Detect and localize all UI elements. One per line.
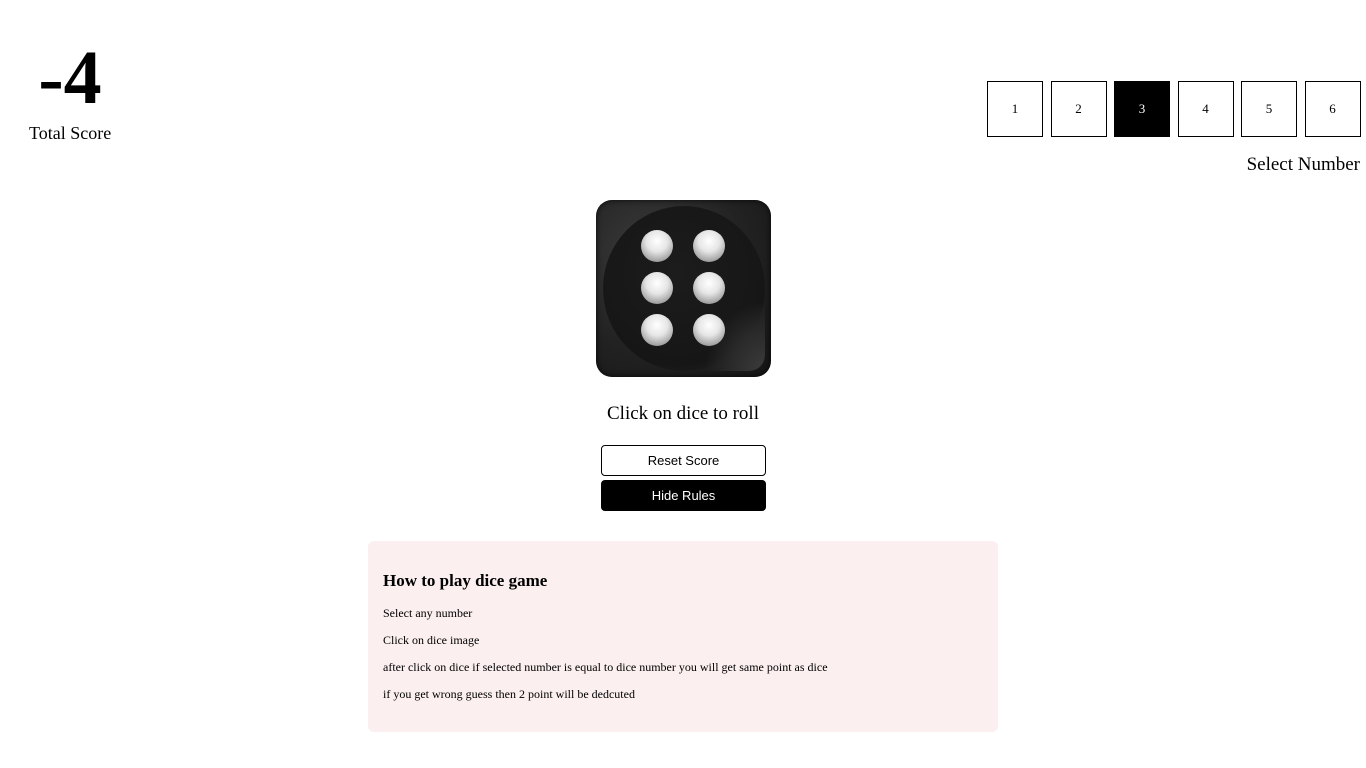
rules-panel: How to play dice game Select any number … (368, 541, 998, 732)
hide-rules-button[interactable]: Hide Rules (601, 480, 766, 511)
number-selector: 1 2 3 4 5 6 (987, 81, 1361, 137)
dice-pip (693, 272, 725, 304)
dice-roll-hint: Click on dice to roll (607, 403, 759, 424)
rules-line: if you get wrong guess then 2 point will… (383, 687, 635, 701)
total-score-block: -4 Total Score (29, 40, 111, 144)
number-option-3[interactable]: 3 (1114, 81, 1170, 137)
dice-pip (693, 314, 725, 346)
rules-title: How to play dice game (383, 571, 548, 590)
select-number-label: Select Number (1246, 154, 1360, 175)
rules-line: Click on dice image (383, 633, 480, 647)
dice-pip (641, 272, 673, 304)
number-option-1[interactable]: 1 (987, 81, 1043, 137)
reset-score-button[interactable]: Reset Score (601, 445, 766, 476)
number-option-6[interactable]: 6 (1304, 81, 1361, 137)
dice-pip (693, 230, 725, 262)
dice-pip (641, 230, 673, 262)
number-option-2[interactable]: 2 (1050, 81, 1107, 137)
rules-line: Select any number (383, 606, 473, 620)
total-score-label: Total Score (29, 123, 112, 143)
number-option-4[interactable]: 4 (1177, 81, 1234, 137)
rules-line: after click on dice if selected number i… (383, 660, 828, 674)
dice-pip (641, 314, 673, 346)
dice-image[interactable] (596, 200, 771, 377)
total-score-value: -4 (38, 36, 102, 120)
number-option-5[interactable]: 5 (1241, 81, 1297, 137)
